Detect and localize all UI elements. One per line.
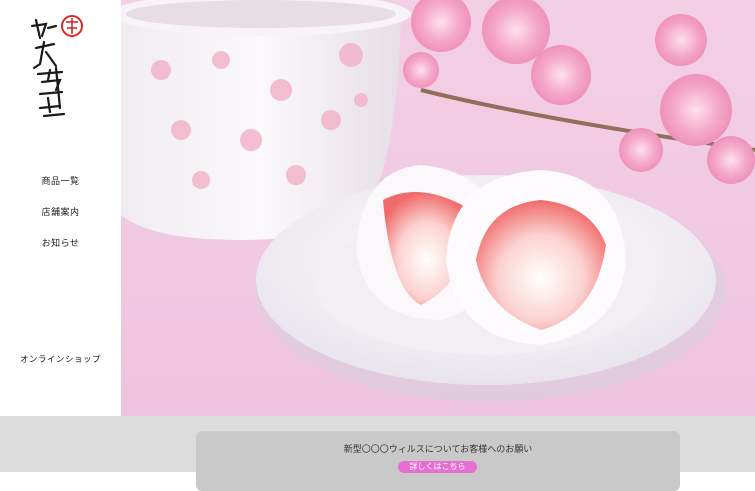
brand-logo[interactable] bbox=[26, 8, 90, 130]
main-nav: 商品一覧 店舗案内 お知らせ bbox=[0, 176, 121, 269]
nav-item-news[interactable]: お知らせ bbox=[0, 238, 121, 269]
nav-item-products[interactable]: 商品一覧 bbox=[0, 176, 121, 207]
notice-details-button[interactable]: 詳しくはこちら bbox=[398, 461, 477, 473]
online-shop-link[interactable]: オンラインショップ bbox=[0, 353, 121, 365]
notice-text: 新型〇〇〇ウィルスについてお客様へのお願い bbox=[343, 445, 533, 455]
sakura-branch bbox=[403, 0, 755, 184]
nav-item-store-info[interactable]: 店舗案内 bbox=[0, 207, 121, 238]
daifuku-right bbox=[446, 170, 626, 345]
notice-banner: 新型〇〇〇ウィルスについてお客様へのお願い 詳しくはこちら bbox=[196, 431, 680, 491]
hero-illustration bbox=[121, 0, 755, 402]
sidebar: 商品一覧 店舗案内 お知らせ オンラインショップ bbox=[0, 0, 121, 416]
hero-image bbox=[121, 0, 755, 416]
